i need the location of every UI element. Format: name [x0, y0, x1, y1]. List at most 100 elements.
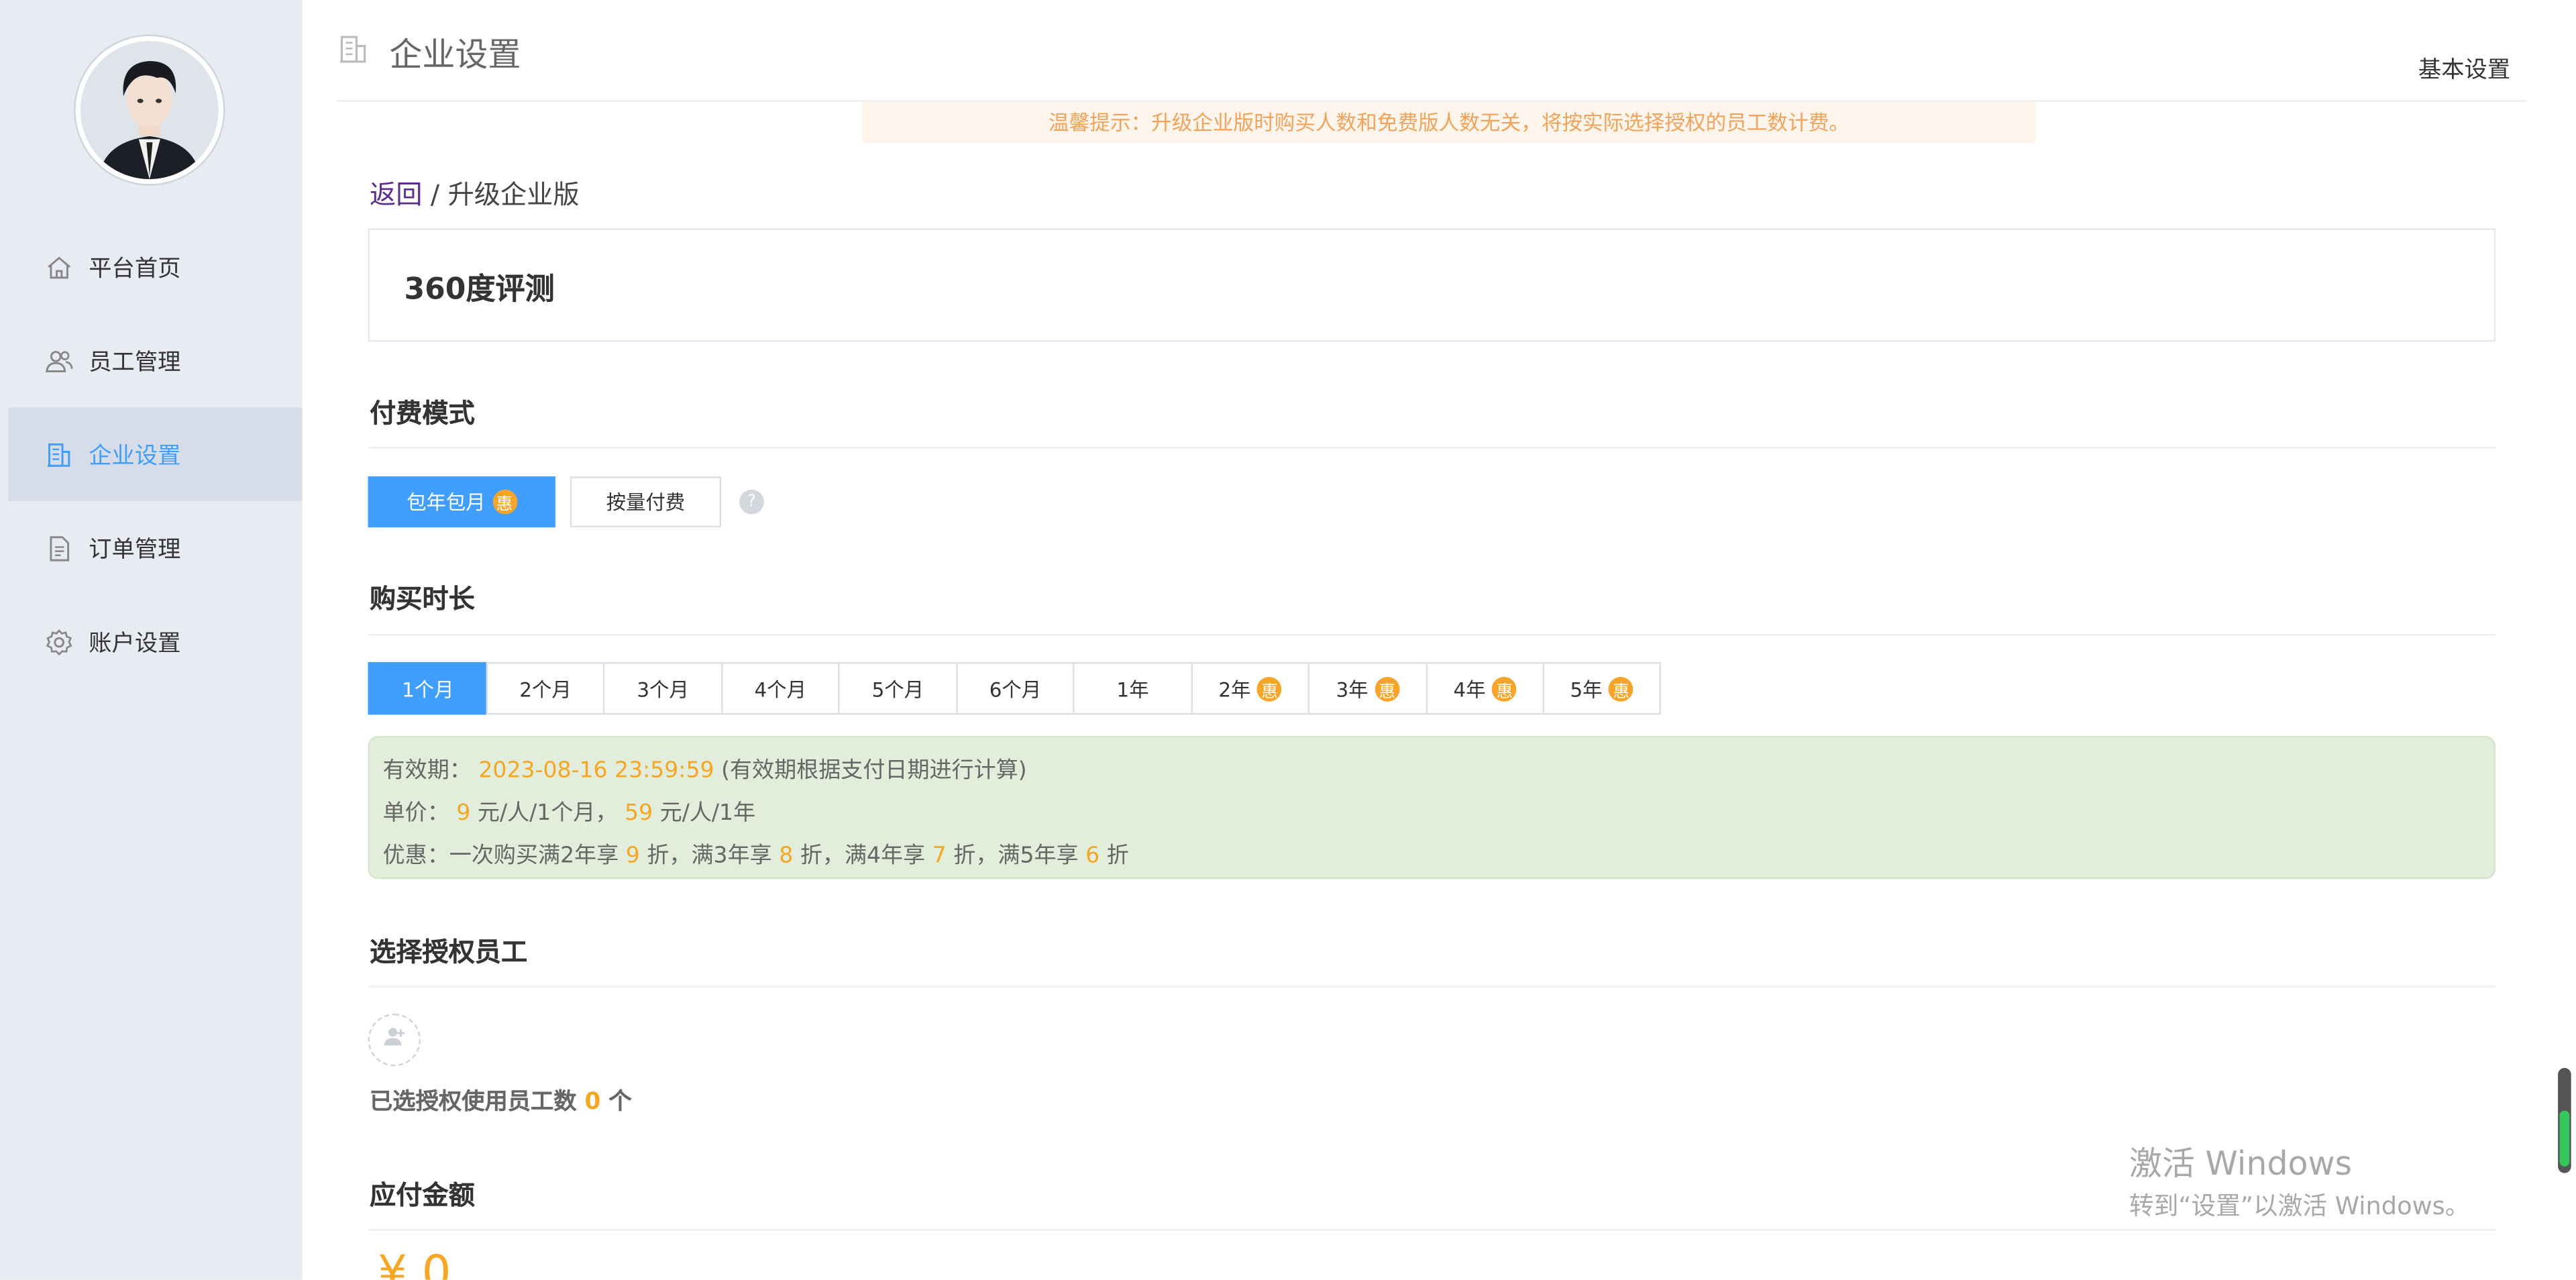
watermark-line2: 转到“设置”以激活 Windows。	[2129, 1191, 2470, 1221]
discount-value: 8	[779, 843, 794, 869]
windows-activation-watermark: 激活 Windows 转到“设置”以激活 Windows。	[2129, 1137, 2470, 1222]
employee-count: 已选授权使用员工数 0 个	[370, 1084, 632, 1117]
watermark-line1: 激活 Windows	[2129, 1143, 2353, 1183]
employee-count-unit: 个	[608, 1089, 632, 1116]
validity-label: 有效期：	[382, 757, 472, 784]
employee-count-label: 已选授权使用员工数	[370, 1089, 577, 1116]
discount-badge: 惠	[1375, 676, 1400, 701]
back-link[interactable]: 返回	[370, 179, 422, 211]
sidebar-nav: 平台首页 员工管理 企业设置 订单管理 账户设置	[8, 220, 303, 689]
sidebar-item-employees[interactable]: 员工管理	[8, 314, 302, 408]
duration-option-label: 1年	[1116, 678, 1149, 701]
payment-option-label: 包年包月	[407, 491, 486, 515]
discount-text: 折，满5年享	[953, 843, 1079, 869]
duration-option-label: 3个月	[637, 678, 689, 701]
add-user-icon	[381, 1024, 407, 1057]
employee-count-value: 0	[584, 1089, 601, 1116]
duration-option[interactable]: 3个月	[602, 661, 722, 715]
document-icon	[44, 533, 74, 563]
duration-option-label: 4个月	[754, 678, 806, 701]
breadcrumb: 返回 / 升级企业版	[370, 172, 580, 212]
validity-row: 有效期： 2023-08-16 23:59:59 (有效期根据支付日期进行计算)	[383, 751, 1027, 784]
scrollbar-thumb[interactable]	[2559, 1110, 2570, 1167]
amount-value: ¥ 0	[378, 1245, 451, 1280]
duration-title: 购买时长	[370, 583, 475, 615]
payment-option-label: 按量付费	[606, 491, 686, 515]
product-name: 360度评测	[404, 272, 555, 307]
help-icon[interactable]: ?	[739, 489, 764, 515]
duration-option-label: 4年	[1453, 678, 1486, 701]
sidebar-item-label: 账户设置	[89, 630, 181, 657]
avatar-image	[80, 41, 219, 179]
add-employee-button[interactable]	[368, 1014, 421, 1067]
stage: 平台首页 员工管理 企业设置 订单管理 账户设置 企业设置 基本设置 温馨提示：…	[0, 0, 2576, 1280]
sidebar-item-label: 企业设置	[89, 443, 181, 470]
duration-option[interactable]: 2年惠	[1190, 661, 1309, 715]
price-year-unit: 元/人/1年	[659, 800, 756, 826]
duration-option[interactable]: 1个月	[368, 661, 486, 715]
validity-note: (有效期根据支付日期进行计算)	[721, 757, 1027, 784]
discount-badge: 惠	[1609, 676, 1634, 701]
sidebar-item-label: 员工管理	[89, 349, 181, 376]
discount-text: 折，满4年享	[800, 843, 926, 869]
divider	[368, 985, 2496, 988]
duration-option-label: 1个月	[402, 678, 454, 701]
sidebar-item-account[interactable]: 账户设置	[8, 595, 302, 689]
price-month-unit: 元/人/1个月，	[477, 800, 618, 826]
basic-settings-link[interactable]: 基本设置	[2418, 52, 2510, 85]
duration-option[interactable]: 1年	[1073, 661, 1191, 715]
duration-option[interactable]: 5个月	[837, 661, 957, 715]
duration-option[interactable]: 5年惠	[1542, 661, 1661, 715]
discount-badge: 惠	[1492, 676, 1517, 701]
price-year: 59	[625, 800, 653, 826]
duration-option-label: 5个月	[871, 678, 924, 701]
duration-option-label: 2年	[1218, 678, 1251, 701]
employees-title: 选择授权员工	[370, 936, 528, 968]
duration-option-label: 5年	[1570, 678, 1603, 701]
price-month: 9	[456, 800, 471, 826]
sidebar-item-home[interactable]: 平台首页	[8, 220, 302, 314]
duration-option-label: 2个月	[519, 678, 572, 701]
discount-label: 优惠：一次购买满2年享	[382, 843, 619, 869]
payment-option-subscription[interactable]: 包年包月 惠	[368, 476, 555, 528]
divider	[368, 634, 2496, 636]
sidebar-item-label: 平台首页	[89, 255, 181, 282]
duration-option-label: 3年	[1336, 678, 1368, 701]
discount-text: 折，满3年享	[647, 843, 772, 869]
discount-value: 9	[625, 843, 640, 869]
payment-option-usage[interactable]: 按量付费	[570, 476, 722, 528]
avatar[interactable]	[75, 36, 224, 184]
discount-badge: 惠	[1257, 676, 1282, 701]
breadcrumb-separator: /	[430, 178, 440, 211]
duration-option[interactable]: 6个月	[955, 661, 1074, 715]
price-label: 单价：	[382, 800, 449, 826]
validity-date: 2023-08-16 23:59:59	[478, 757, 714, 784]
sidebar-item-orders[interactable]: 订单管理	[8, 501, 302, 595]
sidebar: 平台首页 员工管理 企业设置 订单管理 账户设置	[0, 0, 303, 1280]
duration-option[interactable]: 4年惠	[1425, 661, 1544, 715]
discount-row: 优惠：一次购买满2年享 9 折，满3年享 8 折，满4年享 7 折，满5年享 6…	[383, 837, 1129, 869]
breadcrumb-current: 升级企业版	[447, 178, 580, 211]
duration-option[interactable]: 2个月	[485, 661, 604, 715]
users-icon	[44, 346, 74, 376]
gear-icon	[44, 627, 74, 656]
building-icon	[337, 33, 370, 66]
discount-text: 折	[1106, 843, 1129, 869]
price-row: 单价： 9 元/人/1个月， 59 元/人/1年	[383, 794, 756, 826]
duration-option[interactable]: 4个月	[720, 661, 839, 715]
page-title: 企业设置	[389, 34, 521, 74]
building-icon	[44, 439, 74, 469]
divider	[368, 447, 2496, 449]
discount-value: 7	[932, 843, 947, 869]
duration-option-label: 6个月	[989, 678, 1042, 701]
payment-mode-title: 付费模式	[370, 397, 475, 429]
product-card: 360度评测	[368, 228, 2496, 342]
divider	[368, 1228, 2496, 1231]
home-icon	[44, 252, 74, 282]
info-box: 有效期： 2023-08-16 23:59:59 (有效期根据支付日期进行计算)…	[368, 736, 2496, 879]
sidebar-item-label: 订单管理	[89, 536, 181, 563]
notice-banner: 温馨提示：升级企业版时购买人数和免费版人数无关，将按实际选择授权的员工数计费。	[862, 101, 2036, 144]
amount-title: 应付金额	[370, 1179, 475, 1211]
duration-option[interactable]: 3年惠	[1307, 661, 1426, 715]
sidebar-item-enterprise[interactable]: 企业设置	[8, 407, 303, 501]
